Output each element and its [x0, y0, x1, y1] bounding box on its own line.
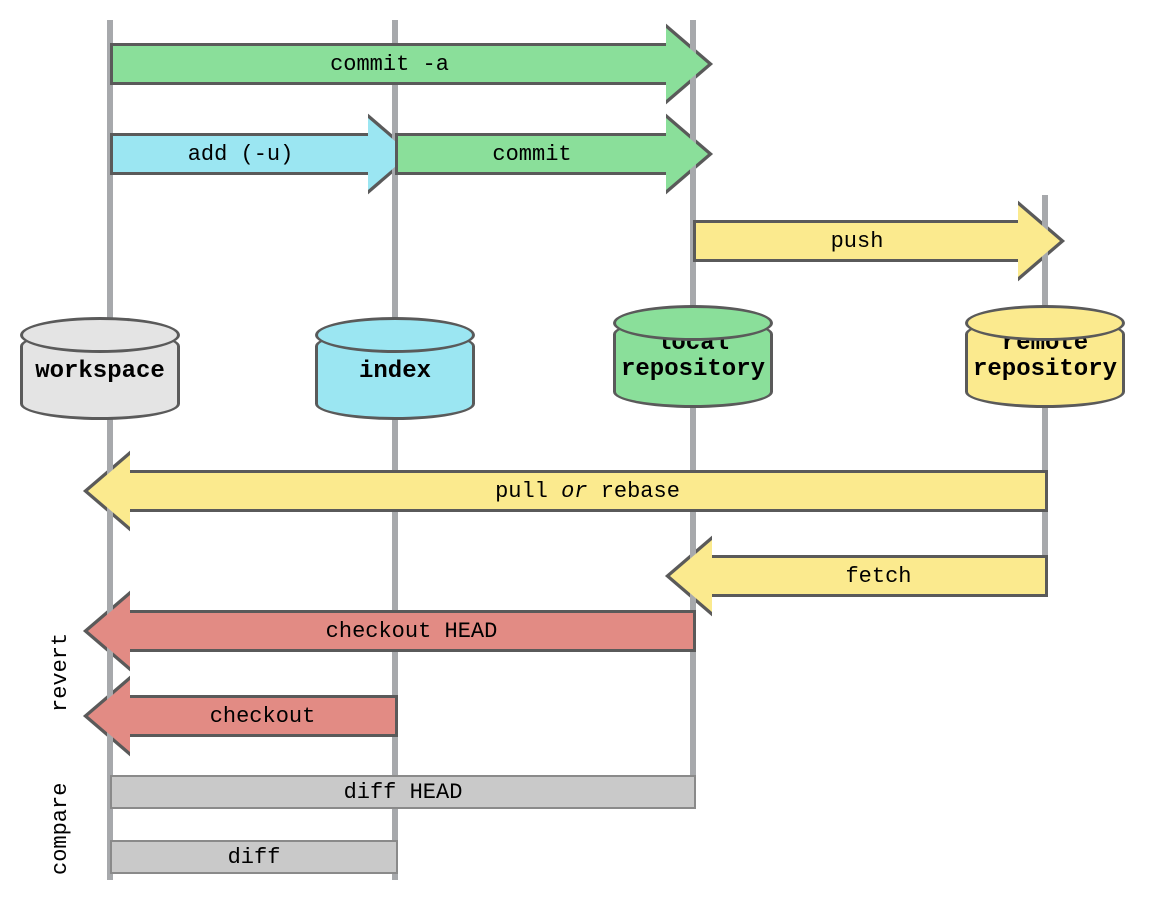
cylinder-local-label2: repository: [621, 356, 765, 383]
arrow-checkout-label: checkout: [210, 704, 316, 729]
arrow-fetch: fetch: [670, 540, 1048, 612]
cylinder-remote-label2: repository: [973, 356, 1117, 383]
arrow-commit: commit: [395, 118, 708, 190]
side-label-compare: compare: [48, 783, 73, 875]
cylinder-remote-label1: remote: [1002, 330, 1088, 357]
arrow-commit-a-label: commit -a: [330, 52, 449, 77]
cylinder-index: index: [315, 330, 475, 420]
bar-diff-head-label: diff HEAD: [344, 780, 463, 805]
cylinder-remote-repo: remote repository: [965, 318, 1125, 408]
arrow-add: add (-u): [110, 118, 410, 190]
arrow-checkout-head-label: checkout HEAD: [326, 619, 498, 644]
cylinder-local-repo: local repository: [613, 318, 773, 408]
arrow-pull-label: pull or rebase: [495, 479, 680, 504]
bar-diff-label: diff: [228, 845, 281, 870]
arrow-checkout: checkout: [88, 680, 398, 752]
arrow-commit-label: commit: [492, 142, 571, 167]
arrow-checkout-head: checkout HEAD: [88, 595, 696, 667]
arrow-push: push: [693, 205, 1060, 277]
side-label-revert: revert: [48, 633, 73, 712]
cylinder-index-label: index: [359, 358, 431, 385]
bar-diff-head: diff HEAD: [110, 775, 696, 809]
arrow-pull-rebase: pull or rebase: [88, 455, 1048, 527]
arrow-commit-a: commit -a: [110, 28, 708, 100]
cylinder-local-label1: local: [657, 330, 729, 357]
git-data-flow-diagram: workspace index local repository remote …: [0, 0, 1157, 905]
arrow-fetch-label: fetch: [845, 564, 911, 589]
cylinder-workspace-label: workspace: [35, 358, 165, 385]
arrow-add-label: add (-u): [188, 142, 294, 167]
arrow-push-label: push: [831, 229, 884, 254]
bar-diff: diff: [110, 840, 398, 874]
cylinder-workspace: workspace: [20, 330, 180, 420]
